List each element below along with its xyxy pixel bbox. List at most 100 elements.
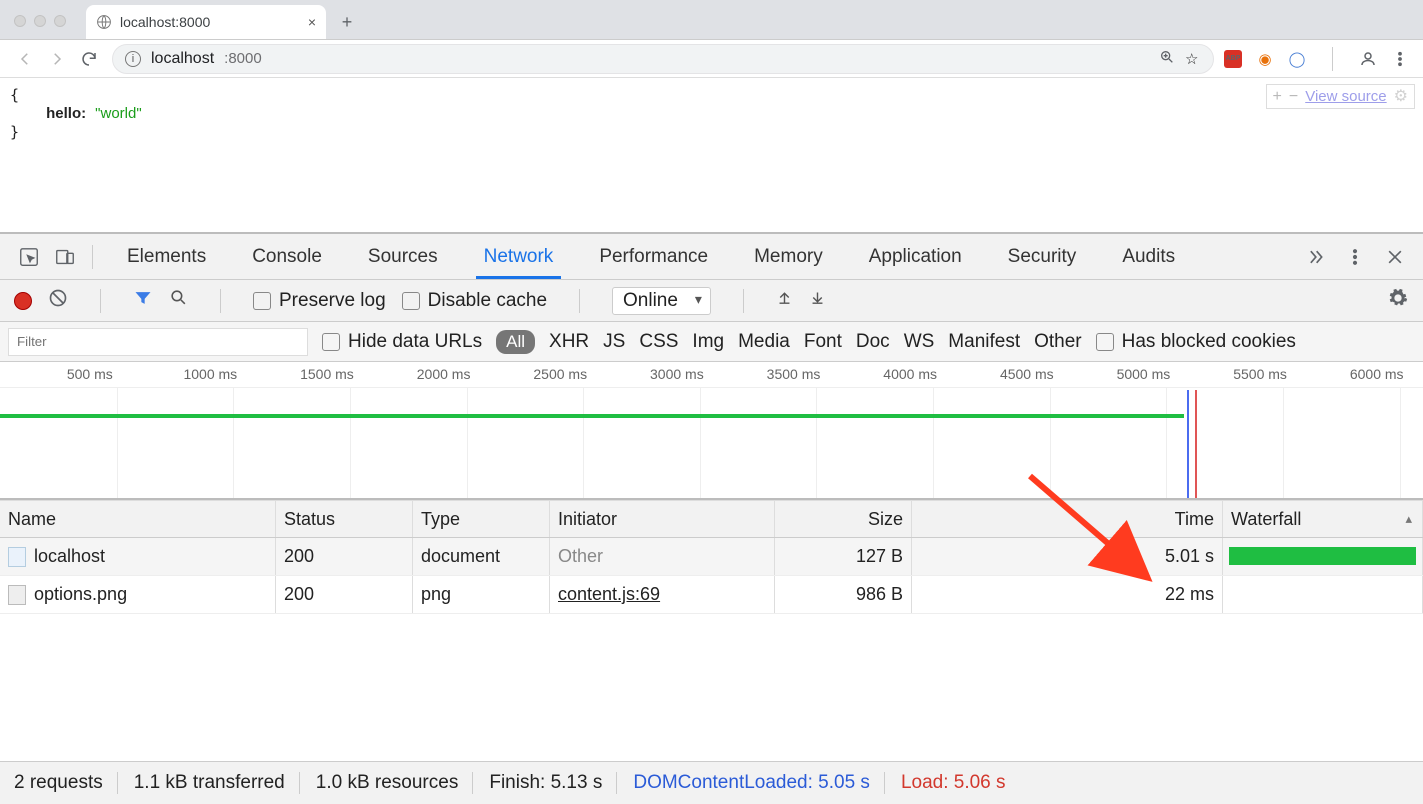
chevron-right-icon[interactable] xyxy=(1305,247,1325,267)
devtools-tab-security[interactable]: Security xyxy=(1000,234,1085,279)
filter-toggle-icon[interactable] xyxy=(133,288,153,314)
col-time[interactable]: Time xyxy=(912,501,1223,537)
zoom-icon[interactable] xyxy=(1159,49,1175,69)
globe-icon xyxy=(96,14,112,30)
table-header: Name Status Type Initiator Size Time Wat… xyxy=(0,500,1423,538)
overview-timeline[interactable]: 500 ms1000 ms1500 ms2000 ms2500 ms3000 m… xyxy=(0,362,1423,500)
filter-input[interactable] xyxy=(8,328,308,356)
separator xyxy=(1332,47,1333,71)
forward-button[interactable] xyxy=(44,46,70,72)
menu-button[interactable] xyxy=(1387,46,1413,72)
hide-data-urls-label: Hide data URLs xyxy=(348,331,482,353)
resources-size: 1.0 kB resources xyxy=(316,772,474,794)
gear-icon[interactable]: ⚙ xyxy=(1394,87,1408,106)
table-row[interactable]: localhost200documentOther127 B5.01 s xyxy=(0,538,1423,576)
timeline-tick: 2500 ms xyxy=(533,366,587,382)
star-icon[interactable]: ☆ xyxy=(1185,50,1201,68)
device-toggle-icon[interactable] xyxy=(54,246,76,268)
filter-type-css[interactable]: CSS xyxy=(639,331,678,353)
traffic-dot xyxy=(54,15,66,27)
profile-button[interactable] xyxy=(1355,46,1381,72)
separator xyxy=(743,289,744,313)
has-blocked-cookies-checkbox[interactable]: Has blocked cookies xyxy=(1096,331,1296,353)
col-waterfall[interactable]: Waterfall xyxy=(1223,501,1423,537)
devtools-tab-audits[interactable]: Audits xyxy=(1114,234,1183,279)
hide-data-urls-checkbox[interactable]: Hide data URLs xyxy=(322,331,482,353)
devtools-tab-sources[interactable]: Sources xyxy=(360,234,446,279)
network-table: Name Status Type Initiator Size Time Wat… xyxy=(0,500,1423,762)
filter-type-other[interactable]: Other xyxy=(1034,331,1082,353)
view-source-link[interactable]: View source xyxy=(1305,88,1386,106)
close-devtools-icon[interactable] xyxy=(1385,247,1405,267)
filter-type-doc[interactable]: Doc xyxy=(856,331,890,353)
timeline-tick: 5500 ms xyxy=(1233,366,1287,382)
separator xyxy=(220,289,221,313)
disable-cache-label: Disable cache xyxy=(428,290,547,312)
transferred-size: 1.1 kB transferred xyxy=(134,772,300,794)
timeline-tick: 1000 ms xyxy=(183,366,237,382)
separator xyxy=(92,245,93,269)
request-status: 200 xyxy=(276,576,413,613)
devtools-tab-memory[interactable]: Memory xyxy=(746,234,831,279)
col-initiator[interactable]: Initiator xyxy=(550,501,775,537)
browser-tab[interactable]: localhost:8000 × xyxy=(86,5,326,39)
settings-icon[interactable] xyxy=(1387,287,1409,315)
ext-icon[interactable]: ◯ xyxy=(1288,50,1306,68)
filter-type-manifest[interactable]: Manifest xyxy=(948,331,1020,353)
devtools-tab-network[interactable]: Network xyxy=(476,234,562,279)
kebab-menu-icon[interactable] xyxy=(1345,247,1365,267)
request-waterfall xyxy=(1223,576,1423,613)
ext-icon[interactable]: ◉ xyxy=(1256,50,1274,68)
download-icon[interactable] xyxy=(809,289,826,312)
filter-type-js[interactable]: JS xyxy=(603,331,625,353)
separator xyxy=(579,289,580,313)
devtools-tab-application[interactable]: Application xyxy=(861,234,970,279)
browser-toolbar: i localhost:8000 ☆ ABP ◉ ◯ xyxy=(0,40,1423,78)
filter-type-ws[interactable]: WS xyxy=(904,331,935,353)
plus-icon: + xyxy=(342,12,353,33)
filter-type-all[interactable]: All xyxy=(496,330,535,354)
abp-icon[interactable]: ABP xyxy=(1224,50,1242,68)
back-button[interactable] xyxy=(12,46,38,72)
filter-type-media[interactable]: Media xyxy=(738,331,790,353)
clear-button[interactable] xyxy=(48,288,68,314)
close-tab-icon[interactable]: × xyxy=(308,14,316,30)
col-size[interactable]: Size xyxy=(775,501,912,537)
filter-type-img[interactable]: Img xyxy=(692,331,724,353)
timeline-tick: 6000 ms xyxy=(1350,366,1404,382)
request-waterfall xyxy=(1223,538,1423,575)
tab-title: localhost:8000 xyxy=(120,14,300,30)
filter-type-xhr[interactable]: XHR xyxy=(549,331,589,353)
disable-cache-checkbox[interactable]: Disable cache xyxy=(402,290,547,312)
devtools-dock-controls xyxy=(18,246,76,268)
site-info-icon[interactable]: i xyxy=(125,51,141,67)
json-key: hello: xyxy=(46,105,86,122)
request-name: localhost xyxy=(34,546,105,567)
preserve-log-label: Preserve log xyxy=(279,290,386,312)
status-bar: 2 requests 1.1 kB transferred 1.0 kB res… xyxy=(0,762,1423,804)
traffic-dot xyxy=(14,15,26,27)
col-type[interactable]: Type xyxy=(413,501,550,537)
col-name[interactable]: Name xyxy=(0,501,276,537)
record-button[interactable] xyxy=(14,292,32,310)
new-tab-button[interactable]: + xyxy=(336,11,358,33)
address-bar[interactable]: i localhost:8000 ☆ xyxy=(112,44,1214,74)
expand-icon[interactable]: + xyxy=(1273,87,1282,106)
upload-icon[interactable] xyxy=(776,289,793,312)
preserve-log-checkbox[interactable]: Preserve log xyxy=(253,290,386,312)
devtools-tab-console[interactable]: Console xyxy=(244,234,330,279)
timeline-tick: 2000 ms xyxy=(417,366,471,382)
devtools-tab-performance[interactable]: Performance xyxy=(591,234,716,279)
devtools-tab-list: Elements Console Sources Network Performance… xyxy=(109,234,1305,279)
col-status[interactable]: Status xyxy=(276,501,413,537)
search-icon[interactable] xyxy=(169,288,188,313)
request-initiator[interactable]: content.js:69 xyxy=(558,584,660,605)
filter-type-font[interactable]: Font xyxy=(804,331,842,353)
url-port: :8000 xyxy=(224,50,262,67)
devtools-tab-elements[interactable]: Elements xyxy=(119,234,214,279)
inspect-icon[interactable] xyxy=(18,246,40,268)
throttling-select[interactable]: Online xyxy=(612,287,711,315)
table-row[interactable]: options.png200pngcontent.js:69986 B22 ms xyxy=(0,576,1423,614)
collapse-icon[interactable]: − xyxy=(1289,87,1298,106)
reload-button[interactable] xyxy=(76,46,102,72)
